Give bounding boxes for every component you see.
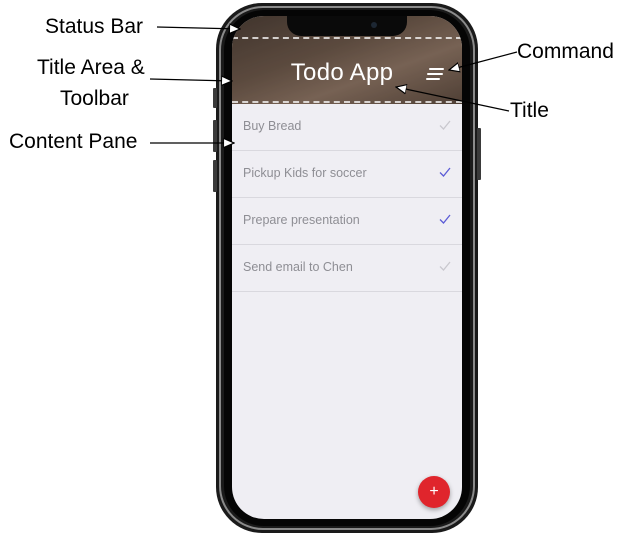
callout-leader-lines	[149, 0, 518, 536]
callout-status-bar: Status Bar	[45, 15, 144, 38]
callout-content-pane: Content Pane	[9, 130, 138, 153]
phone-diagram: Todo App Buy Bread Pickup Kids for socce…	[0, 0, 624, 536]
callout-toolbar: Toolbar	[60, 87, 129, 110]
callout-title-area: Title Area &	[37, 56, 145, 79]
callout-title: Title	[510, 99, 549, 122]
callout-command: Command	[517, 40, 614, 63]
command-leader	[449, 51, 518, 70]
status-bar-leader	[156, 27, 240, 29]
title-leader	[396, 87, 510, 112]
title-area-leader	[149, 79, 232, 81]
